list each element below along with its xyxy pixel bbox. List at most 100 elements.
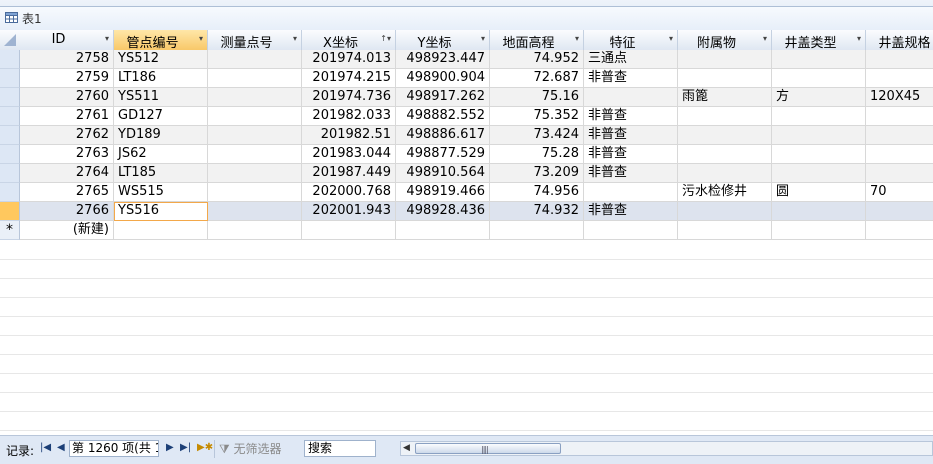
table-cell[interactable]: 圆 [772, 183, 866, 202]
table-cell[interactable] [678, 107, 772, 126]
column-header-10[interactable]: 井盖规格▾ [866, 30, 933, 51]
select-all-corner[interactable] [0, 30, 20, 50]
sort-dropdown-icon[interactable]: ↑▾ [380, 34, 391, 43]
table-cell[interactable]: 75.16 [490, 88, 584, 107]
table-cell[interactable]: 498886.617 [396, 126, 490, 145]
table-row[interactable]: 2765 WS515 202000.768 498919.466 74.956 污水检修井… [0, 183, 933, 202]
table-cell[interactable]: 非普查 [584, 126, 678, 145]
table-cell[interactable] [866, 50, 933, 69]
table-cell[interactable] [584, 221, 678, 240]
scroll-thumb[interactable]: |||| [415, 443, 561, 454]
table-cell[interactable] [772, 202, 866, 221]
table-cell[interactable]: 498919.466 [396, 183, 490, 202]
table-cell[interactable] [584, 183, 678, 202]
dropdown-arrow-icon[interactable]: ▾ [293, 34, 297, 43]
table-cell[interactable]: 2759 [20, 69, 114, 88]
table-cell[interactable] [208, 88, 302, 107]
record-selector[interactable] [0, 88, 20, 107]
table-cell[interactable]: 120X45 [866, 88, 933, 107]
table-cell[interactable]: 201987.449 [302, 164, 396, 183]
table-cell[interactable]: 非普查 [584, 145, 678, 164]
table-cell[interactable]: 74.956 [490, 183, 584, 202]
record-selector[interactable] [0, 183, 20, 202]
datasheet-grid[interactable]: ID ▾ 管点编号 ▾ 测量点号 ▾ X坐标 ↑▾ Y坐标 ▾ 地面高程 ▾ 特征 ▾ 附属物 ▾ 井盖类型 ▾ 井… [0, 30, 933, 435]
table-cell[interactable]: 201974.215 [302, 69, 396, 88]
table-cell[interactable]: 201983.044 [302, 145, 396, 164]
table-cell[interactable] [678, 126, 772, 145]
table-row[interactable]: 2759 LT186 201974.215 498900.904 72.687 非普查 [0, 69, 933, 88]
table-cell[interactable]: 202001.943 [302, 202, 396, 221]
record-selector[interactable] [0, 164, 20, 183]
table-cell[interactable]: 雨篦 [678, 88, 772, 107]
table-cell[interactable] [208, 183, 302, 202]
table-cell[interactable]: 非普查 [584, 69, 678, 88]
table-cell[interactable]: 75.28 [490, 145, 584, 164]
column-header-7[interactable]: 特征 ▾ [584, 30, 678, 51]
table-cell[interactable]: 2760 [20, 88, 114, 107]
table-cell[interactable] [866, 107, 933, 126]
table-row[interactable]: 2762 YD189 201982.51 498886.617 73.424 非普查 [0, 126, 933, 145]
table-cell[interactable] [114, 221, 208, 240]
record-selector[interactable] [0, 107, 20, 126]
table-cell[interactable] [772, 221, 866, 240]
table-cell[interactable] [772, 164, 866, 183]
dropdown-arrow-icon[interactable]: ▾ [199, 34, 203, 43]
table-cell[interactable]: 70 [866, 183, 933, 202]
table-cell[interactable]: 2765 [20, 183, 114, 202]
scroll-left-icon[interactable]: ◀ [403, 443, 410, 453]
table-cell[interactable] [208, 145, 302, 164]
next-record-button[interactable]: ▶ [166, 442, 174, 453]
table-cell[interactable] [772, 50, 866, 69]
table-cell[interactable] [772, 126, 866, 145]
table-row[interactable]: 2763 JS62 201983.044 498877.529 75.28 非普查 [0, 145, 933, 164]
column-header-4[interactable]: X坐标 ↑▾ [302, 30, 396, 51]
table-cell[interactable]: 2762 [20, 126, 114, 145]
table-cell[interactable] [866, 221, 933, 240]
table-cell[interactable] [866, 145, 933, 164]
table-cell[interactable] [208, 221, 302, 240]
table-cell[interactable]: 498923.447 [396, 50, 490, 69]
record-selector[interactable] [0, 69, 20, 88]
table-cell[interactable] [866, 69, 933, 88]
table-cell[interactable]: 202000.768 [302, 183, 396, 202]
current-record-field[interactable]: 第 1260 项(共 1 [69, 440, 159, 457]
record-selector[interactable] [0, 145, 20, 164]
table-cell[interactable]: 201982.51 [302, 126, 396, 145]
table-cell[interactable]: YD189 [114, 126, 208, 145]
table-cell[interactable] [866, 164, 933, 183]
dropdown-arrow-icon[interactable]: ▾ [857, 34, 861, 43]
table-cell[interactable]: 498882.552 [396, 107, 490, 126]
table-cell[interactable]: 498928.436 [396, 202, 490, 221]
table-cell[interactable] [866, 126, 933, 145]
table-cell[interactable]: 非普查 [584, 107, 678, 126]
table-cell[interactable]: LT185 [114, 164, 208, 183]
table-cell[interactable]: GD127 [114, 107, 208, 126]
table-cell[interactable] [678, 145, 772, 164]
table-cell[interactable]: (新建) [20, 221, 114, 240]
new-record-row[interactable]: * (新建) [0, 221, 933, 240]
table-cell[interactable]: 498900.904 [396, 69, 490, 88]
table-cell[interactable]: 2761 [20, 107, 114, 126]
column-header-1[interactable]: ID ▾ [20, 30, 114, 50]
table-cell[interactable]: JS62 [114, 145, 208, 164]
table-cell[interactable] [772, 145, 866, 164]
horizontal-scrollbar[interactable]: ◀ |||| [400, 441, 933, 456]
table-cell[interactable]: 72.687 [490, 69, 584, 88]
new-record-button[interactable]: ▶✱ [197, 442, 213, 453]
table-cell[interactable]: 201974.736 [302, 88, 396, 107]
column-header-9[interactable]: 井盖类型 ▾ [772, 30, 866, 51]
table-cell[interactable]: 73.424 [490, 126, 584, 145]
table-cell[interactable]: 非普查 [584, 202, 678, 221]
table-row[interactable]: 2766 YS516 202001.943 498928.436 74.932 非普查 [0, 202, 933, 221]
column-header-5[interactable]: Y坐标 ▾ [396, 30, 490, 51]
table-cell[interactable]: YS512 [114, 50, 208, 69]
table-cell[interactable]: YS511 [114, 88, 208, 107]
table-cell[interactable]: 498910.564 [396, 164, 490, 183]
dropdown-arrow-icon[interactable]: ▾ [763, 34, 767, 43]
column-header-6[interactable]: 地面高程 ▾ [490, 30, 584, 51]
table-cell[interactable] [772, 69, 866, 88]
dropdown-arrow-icon[interactable]: ▾ [575, 34, 579, 43]
table-cell[interactable]: 污水检修井 [678, 183, 772, 202]
table-cell[interactable]: 75.352 [490, 107, 584, 126]
table-cell[interactable] [208, 50, 302, 69]
